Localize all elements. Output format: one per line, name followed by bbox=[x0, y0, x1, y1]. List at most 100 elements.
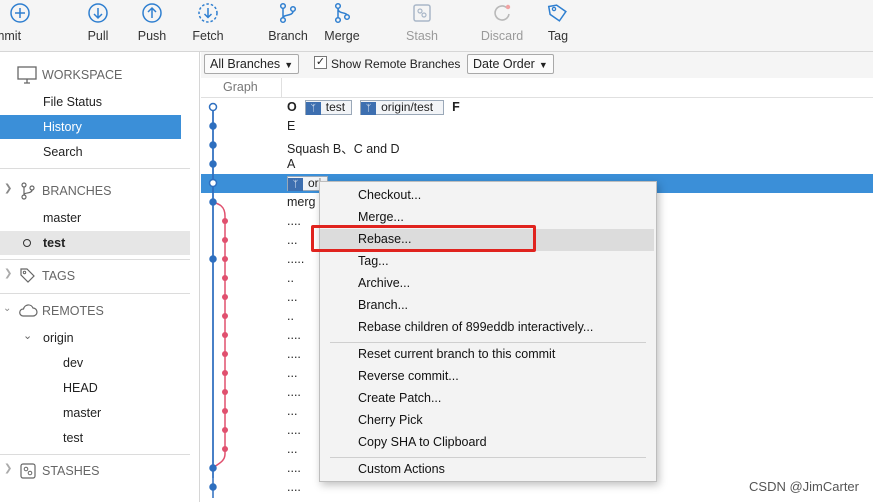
sidebar-item-label: origin bbox=[43, 331, 74, 345]
commit-row[interactable]: A bbox=[201, 155, 873, 174]
tag-button[interactable]: Tag bbox=[538, 0, 578, 52]
chevron-down-icon: ⌄ bbox=[23, 330, 33, 342]
menu-item-rebase-children[interactable]: Rebase children of 899eddb interactively… bbox=[320, 317, 656, 339]
push-button[interactable]: Push bbox=[132, 0, 172, 52]
graph-node bbox=[209, 122, 217, 130]
branch-tag-label: test bbox=[325, 100, 346, 114]
menu-item-label: Branch... bbox=[358, 298, 409, 312]
check-icon: ✓ bbox=[315, 56, 326, 68]
show-remote-checkbox[interactable]: ✓ bbox=[314, 56, 327, 69]
graph-node bbox=[209, 160, 217, 168]
sidebar-item-label: test bbox=[43, 236, 66, 250]
discard-icon bbox=[494, 4, 511, 21]
tags-heading: TAGS bbox=[42, 269, 76, 283]
branch-icon: ᛉ bbox=[305, 102, 321, 115]
sidebar-item-remote-head[interactable]: HEAD bbox=[0, 376, 190, 400]
tag-icon bbox=[20, 268, 35, 283]
branch-button[interactable]: Branch bbox=[268, 0, 308, 52]
commit-graph bbox=[208, 102, 228, 498]
branch-icon: ᛉ bbox=[288, 178, 303, 191]
pull-button[interactable]: Pull bbox=[78, 0, 118, 52]
current-branch-icon bbox=[23, 239, 31, 247]
commit-message: ... bbox=[287, 404, 298, 418]
menu-item-label: Cherry Pick bbox=[358, 413, 423, 427]
commit-message: .... bbox=[287, 328, 301, 342]
graph-node bbox=[209, 483, 217, 491]
menu-separator bbox=[330, 342, 646, 343]
sidebar-item-remote-master[interactable]: master bbox=[0, 401, 190, 425]
commit-message: .... bbox=[287, 423, 301, 437]
tag-icon bbox=[547, 4, 567, 22]
chevron-down-icon: ▼ bbox=[538, 60, 548, 70]
stash-icon bbox=[413, 4, 431, 22]
menu-item-cherry-pick[interactable]: Cherry Pick bbox=[320, 410, 656, 432]
stash-button[interactable]: Stash bbox=[402, 0, 442, 52]
sidebar-item-remote-dev[interactable]: dev bbox=[0, 351, 190, 375]
commit-row[interactable]: Squash B、C and D bbox=[201, 136, 873, 156]
fetch-button[interactable]: Fetch bbox=[188, 0, 228, 52]
menu-item-reset[interactable]: Reset current branch to this commit bbox=[320, 344, 656, 366]
sidebar-item-master[interactable]: master bbox=[0, 206, 190, 230]
menu-item-copy-sha[interactable]: Copy SHA to Clipboard bbox=[320, 432, 656, 454]
graph-node-merge bbox=[222, 237, 228, 243]
sidebar-item-file-status[interactable]: File Status bbox=[0, 90, 190, 114]
sidebar-item-label: master bbox=[43, 211, 82, 225]
order-value: Date Order bbox=[473, 57, 535, 71]
menu-item-branch[interactable]: Branch... bbox=[320, 295, 656, 317]
remotes-heading: REMOTES bbox=[42, 304, 104, 318]
stashes-section[interactable]: ❯ STASHES bbox=[0, 460, 190, 482]
workspace-heading: WORKSPACE bbox=[42, 68, 123, 82]
push-icon bbox=[142, 3, 162, 23]
commit-message: ..... bbox=[287, 252, 305, 266]
commit-message: ... bbox=[287, 366, 298, 380]
column-header: Graph bbox=[201, 78, 873, 98]
sidebar-item-search[interactable]: Search bbox=[0, 140, 190, 164]
branch-filter-value: All Branches bbox=[210, 57, 281, 71]
chevron-down-icon: ▼ bbox=[284, 60, 294, 70]
branch-filter-dropdown[interactable]: All Branches ▼ bbox=[204, 54, 300, 74]
graph-node bbox=[209, 198, 217, 206]
sidebar-item-label: HEAD bbox=[63, 381, 98, 395]
merge-button[interactable]: Merge bbox=[322, 0, 362, 52]
menu-item-reverse[interactable]: Reverse commit... bbox=[320, 366, 656, 388]
commit-message: .. bbox=[287, 271, 294, 285]
remote-branch-tag[interactable]: ᛉ origin/test bbox=[360, 100, 445, 115]
commit-row[interactable]: E bbox=[201, 117, 873, 136]
commit-row[interactable]: O ᛉ test ᛉ origin/test F bbox=[201, 98, 873, 117]
menu-item-create-patch[interactable]: Create Patch... bbox=[320, 388, 656, 410]
workspace-section[interactable]: WORKSPACE bbox=[0, 64, 190, 86]
discard-button[interactable]: Discard bbox=[481, 0, 523, 52]
menu-separator bbox=[330, 457, 646, 458]
order-dropdown[interactable]: Date Order ▼ bbox=[467, 54, 554, 74]
sidebar-item-test[interactable]: test bbox=[0, 231, 190, 255]
commit-message: merg bbox=[287, 195, 316, 209]
divider bbox=[0, 168, 190, 169]
menu-item-custom-actions[interactable]: Custom Actions bbox=[320, 459, 656, 481]
commit-message: .... bbox=[287, 347, 301, 361]
tags-section[interactable]: ❯ TAGS bbox=[0, 265, 190, 287]
menu-item-tag[interactable]: Tag... bbox=[320, 251, 656, 273]
sidebar-item-origin[interactable]: ⌄ origin bbox=[0, 326, 190, 350]
graph-node bbox=[208, 178, 218, 188]
commit-row[interactable]: ... bbox=[201, 497, 873, 502]
commit-button[interactable]: Commit bbox=[0, 0, 40, 52]
sidebar-item-history[interactable]: History bbox=[0, 115, 181, 139]
graph-node bbox=[208, 102, 218, 112]
branch-tag[interactable]: ᛉ test bbox=[304, 100, 353, 115]
toolbar: Commit Pull Push Fetch Branch Merge Stas… bbox=[0, 0, 873, 52]
graph-node-merge bbox=[222, 446, 228, 452]
sidebar-item-remote-test[interactable]: test bbox=[0, 426, 190, 450]
remotes-section[interactable]: ⌄ REMOTES bbox=[0, 300, 190, 322]
menu-item-checkout[interactable]: Checkout... bbox=[320, 185, 656, 207]
graph-node bbox=[209, 464, 217, 472]
menu-item-archive[interactable]: Archive... bbox=[320, 273, 656, 295]
graph-column-header[interactable]: Graph bbox=[223, 80, 258, 94]
graph-node-merge bbox=[222, 351, 228, 357]
branches-section[interactable]: ❯ BRANCHES bbox=[0, 180, 190, 202]
commit-message: ... bbox=[287, 442, 298, 456]
menu-item-label: Custom Actions bbox=[358, 462, 445, 476]
filter-bar: All Branches ▼ ✓ Show Remote Branches Dat… bbox=[201, 52, 873, 78]
graph-node-merge bbox=[222, 332, 228, 338]
menu-item-label: Tag... bbox=[358, 254, 389, 268]
branches-heading: BRANCHES bbox=[42, 184, 112, 198]
